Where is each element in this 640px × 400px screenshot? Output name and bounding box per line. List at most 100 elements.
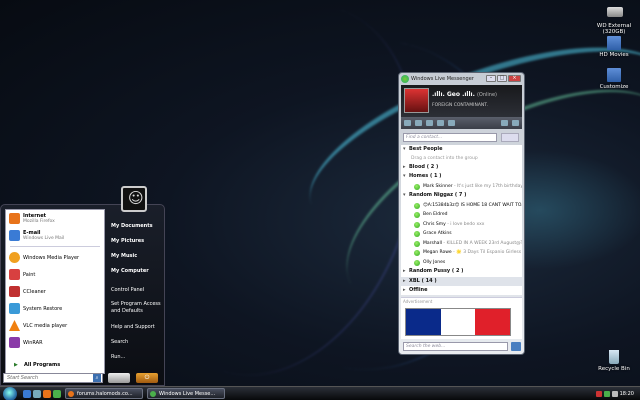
messenger-icon[interactable] bbox=[53, 389, 61, 398]
power-button[interactable]: ⏻ bbox=[136, 373, 158, 383]
start-link-documents[interactable]: My Documents bbox=[109, 219, 164, 234]
start-link-help[interactable]: Help and Support bbox=[109, 320, 164, 335]
search-icon[interactable]: ⌕ bbox=[93, 374, 101, 382]
add-contact-button[interactable] bbox=[501, 133, 519, 142]
start-link-run[interactable]: Run... bbox=[109, 350, 164, 365]
start-search-input[interactable]: Start Search ⌕ bbox=[3, 373, 103, 383]
contact-row[interactable]: Chris Smy - i love bedo xxx bbox=[401, 220, 522, 230]
switch-windows-icon[interactable] bbox=[33, 389, 41, 398]
start-menu: Internet Mozilla Firefox E-mail Windows Li… bbox=[0, 204, 165, 386]
mail-icon[interactable] bbox=[404, 120, 411, 126]
menu-icon[interactable] bbox=[512, 120, 519, 126]
find-contact-input[interactable]: Find a contact... bbox=[403, 133, 497, 142]
news-icon[interactable] bbox=[426, 120, 433, 126]
start-link-computer[interactable]: My Computer bbox=[109, 264, 164, 279]
start-item-media-player[interactable]: Windows Media Player bbox=[6, 249, 104, 266]
contact-name: Olly Jones bbox=[423, 259, 446, 265]
quick-launch bbox=[23, 389, 61, 398]
start-item-ccleaner[interactable]: CCleaner bbox=[6, 283, 104, 300]
contact-row[interactable]: Olly Jones bbox=[401, 258, 522, 268]
taskbar: forums.halomods.co... Windows Live Messe… bbox=[0, 386, 640, 400]
contact-row[interactable]: Megan Rowe - 🌟 3 Days Til Espanio Girles… bbox=[401, 248, 522, 258]
window-title: Windows Live Messenger bbox=[411, 76, 474, 82]
buddy-status-icon bbox=[414, 240, 420, 247]
buddy-status-icon bbox=[414, 259, 420, 266]
taskbar-button-messenger[interactable]: Windows Live Messe... bbox=[147, 388, 225, 399]
buddy-status-icon bbox=[414, 250, 420, 256]
start-link-search[interactable]: Search bbox=[109, 335, 164, 350]
desktop-icon-hd-movies[interactable]: HD Movies bbox=[588, 36, 640, 58]
contact-row[interactable]: Marshall - KILLED IN A WEEK 23rd August@… bbox=[401, 239, 522, 249]
desktop-icon-wd-external[interactable]: WD External (320GB) bbox=[588, 4, 640, 35]
contact-group-header[interactable]: Random Niggaz ( 7 ) bbox=[401, 191, 522, 201]
advertisement: Advertisement bbox=[401, 297, 522, 339]
contact-group-header[interactable]: Offline bbox=[401, 286, 522, 295]
display-picture[interactable] bbox=[404, 88, 429, 113]
contact-row[interactable]: Grace Atkins bbox=[401, 229, 522, 239]
contact-name: Grace Atkins bbox=[423, 231, 452, 236]
desktop-icon-label: Recycle Bin bbox=[598, 366, 630, 372]
minimize-button[interactable]: – bbox=[486, 75, 496, 82]
display-name[interactable]: .ıllı. Geo .ıllı. (Online) bbox=[432, 91, 497, 98]
contact-personal-message: - It's just like my 17th birthday, W... bbox=[453, 183, 522, 189]
status-label: (Online) bbox=[476, 92, 497, 98]
start-link-program-defaults[interactable]: Set Program Access and Defaults bbox=[109, 298, 164, 320]
system-tray: 18:20 bbox=[595, 390, 640, 397]
winrar-icon bbox=[9, 337, 20, 348]
taskbar-button-firefox[interactable]: forums.halomods.co... bbox=[65, 388, 143, 399]
buddy-status-icon bbox=[414, 183, 420, 190]
folder-icon bbox=[607, 68, 621, 82]
maximize-button[interactable]: □ bbox=[497, 75, 507, 82]
mail-icon bbox=[9, 230, 20, 241]
start-link-control-panel[interactable]: Control Panel bbox=[109, 283, 164, 298]
tray-icon[interactable] bbox=[595, 390, 602, 397]
start-item-paint[interactable]: Paint bbox=[6, 266, 104, 283]
buddy-status-icon bbox=[414, 231, 420, 237]
desktop-icon-recycle-bin[interactable]: Recycle Bin bbox=[588, 350, 640, 372]
customize-icon[interactable] bbox=[501, 120, 508, 126]
contact-group-header[interactable]: Homes ( 1 ) bbox=[401, 172, 522, 182]
phone-icon[interactable] bbox=[448, 120, 455, 126]
firefox-icon bbox=[9, 213, 20, 224]
messenger-toolbar bbox=[401, 117, 522, 129]
divider bbox=[10, 246, 100, 247]
profile-header: .ıllı. Geo .ıllı. (Online) FOREIGN CONTA… bbox=[401, 85, 522, 117]
contact-group-header[interactable]: Random Pussy ( 2 ) bbox=[401, 267, 522, 277]
contact-group-header[interactable]: Best People bbox=[401, 145, 522, 155]
contact-row[interactable]: Mark Skinner - It's just like my 17th bi… bbox=[401, 182, 522, 192]
show-desktop-icon[interactable] bbox=[23, 389, 31, 398]
web-search-button[interactable] bbox=[511, 342, 521, 351]
lock-button[interactable] bbox=[108, 373, 130, 383]
firefox-icon[interactable] bbox=[43, 389, 51, 398]
start-item-email[interactable]: E-mail Windows Live Mail bbox=[6, 227, 104, 244]
buddy-status-icon bbox=[414, 212, 420, 218]
ad-banner[interactable] bbox=[405, 308, 511, 336]
contact-group-header[interactable]: XBL ( 14 ) bbox=[401, 276, 522, 286]
start-item-vlc[interactable]: VLC media player bbox=[6, 317, 104, 334]
paint-icon bbox=[9, 269, 20, 280]
messenger-titlebar[interactable]: Windows Live Messenger – □ × bbox=[399, 73, 524, 85]
start-item-winrar[interactable]: WinRAR bbox=[6, 334, 104, 351]
desktop-icon-label: Customize bbox=[599, 84, 629, 90]
spaces-icon[interactable] bbox=[415, 120, 422, 126]
tray-icon[interactable] bbox=[603, 390, 610, 397]
start-link-music[interactable]: My Music bbox=[109, 249, 164, 264]
contact-row[interactable]: 😊A:15384b3z😊 IS HOME 18 CANT WAIT TO... bbox=[401, 201, 522, 211]
xbox-icon[interactable] bbox=[437, 120, 444, 126]
start-item-system-restore[interactable]: System Restore bbox=[6, 300, 104, 317]
messenger-window: Windows Live Messenger – □ × .ıllı. Geo … bbox=[398, 72, 525, 355]
personal-message[interactable]: FOREIGN CONTAMINANT. bbox=[432, 103, 488, 108]
start-link-pictures[interactable]: My Pictures bbox=[109, 234, 164, 249]
user-avatar[interactable] bbox=[121, 186, 147, 212]
system-restore-icon bbox=[9, 303, 20, 314]
contact-group-header[interactable]: Blood ( 2 ) bbox=[401, 163, 522, 173]
volume-icon[interactable] bbox=[611, 390, 618, 397]
start-orb-button[interactable] bbox=[3, 386, 17, 400]
clock[interactable]: 18:20 bbox=[620, 391, 634, 397]
contact-row[interactable]: Ben Eldred bbox=[401, 210, 522, 220]
all-programs-button[interactable]: All Programs bbox=[6, 360, 104, 371]
close-button[interactable]: × bbox=[508, 75, 521, 82]
desktop-icon-customize[interactable]: Customize bbox=[588, 68, 640, 90]
start-item-internet[interactable]: Internet Mozilla Firefox bbox=[6, 210, 104, 227]
web-search-input[interactable]: Search the web... bbox=[403, 342, 508, 351]
